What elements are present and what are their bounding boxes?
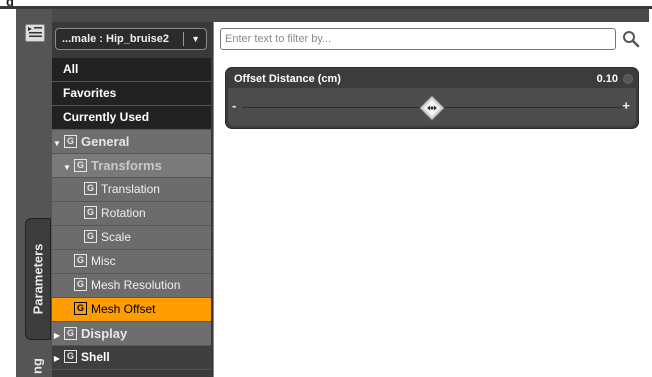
- tree-item-all[interactable]: All: [52, 58, 211, 82]
- tree-item-currently-used[interactable]: Currently Used: [52, 106, 211, 130]
- expand-arrow-icon[interactable]: ▼: [52, 132, 62, 155]
- pane-menu-icon: [28, 27, 42, 37]
- group-icon: G: [84, 182, 97, 196]
- tree-group-display-label: Display: [81, 326, 128, 341]
- tree-item-scale[interactable]: G Scale: [52, 226, 211, 250]
- tree-item-mesh-offset-label: Mesh Offset: [91, 302, 156, 316]
- expand-arrow-icon[interactable]: ▶: [52, 324, 62, 347]
- tab-parameters-label: Parameters: [30, 243, 46, 315]
- group-icon: G: [64, 327, 77, 341]
- expand-arrow-icon[interactable]: ▼: [62, 156, 72, 179]
- tree-item-scale-label: Scale: [101, 230, 132, 244]
- group-icon: G: [84, 206, 97, 220]
- node-selector-divider: [183, 32, 184, 46]
- offset-distance-slider[interactable]: Offset Distance (cm) 0.10 - +: [225, 67, 639, 129]
- tree-item-rotation-label: Rotation: [101, 206, 146, 220]
- tree-item-mesh-resolution[interactable]: G Mesh Resolution: [52, 274, 211, 298]
- tree-item-rotation[interactable]: G Rotation: [52, 202, 211, 226]
- tree-item-misc[interactable]: G Misc: [52, 250, 211, 274]
- group-icon: G: [74, 254, 87, 268]
- search-icon[interactable]: [622, 30, 640, 48]
- property-group-tree: All Favorites Currently Used ▼ G General ▼…: [52, 58, 211, 370]
- tree-item-favorites-label: Favorites: [63, 86, 117, 100]
- tree-group-transforms-label: Transforms: [91, 158, 162, 173]
- tree-group-display[interactable]: ▶ G Display: [52, 322, 211, 346]
- slider-thumb[interactable]: [419, 95, 445, 121]
- tree-group-shell-label: Shell: [81, 350, 110, 364]
- group-icon: G: [74, 302, 87, 316]
- slider-options-icon[interactable]: [623, 74, 633, 84]
- slider-value[interactable]: 0.10: [597, 73, 618, 85]
- filter-input[interactable]: [220, 28, 616, 50]
- group-icon: G: [84, 230, 97, 244]
- increment-button[interactable]: +: [622, 98, 630, 113]
- group-icon: G: [64, 135, 77, 149]
- node-selector[interactable]: ...male : Hip_bruise2 ▼: [55, 28, 207, 50]
- tree-item-mesh-offset[interactable]: G Mesh Offset: [52, 298, 211, 322]
- slider-track-area[interactable]: - +: [228, 88, 636, 126]
- pane-options-icon[interactable]: [25, 24, 45, 42]
- tree-item-currently-used-label: Currently Used: [63, 110, 150, 124]
- tab-next-label: ng: [29, 358, 45, 374]
- tree-item-mesh-resolution-label: Mesh Resolution: [91, 278, 181, 292]
- chevron-down-icon[interactable]: ▼: [191, 29, 200, 49]
- tree-group-shell[interactable]: ▶ G Shell: [52, 346, 211, 370]
- tree-group-general[interactable]: ▼ G General: [52, 130, 211, 154]
- tree-item-misc-label: Misc: [91, 254, 116, 268]
- tree-item-favorites[interactable]: Favorites: [52, 82, 211, 106]
- tree-item-translation-label: Translation: [101, 182, 160, 196]
- window-top-bar: g: [0, 0, 652, 9]
- group-icon: G: [74, 278, 87, 292]
- node-selector-value: ...male : Hip_bruise2: [62, 33, 169, 45]
- slider-label: Offset Distance (cm): [234, 73, 341, 85]
- decrement-button[interactable]: -: [232, 98, 236, 113]
- tree-group-transforms[interactable]: ▼ G Transforms: [52, 154, 211, 178]
- tree-item-all-label: All: [63, 62, 79, 76]
- expand-arrow-icon[interactable]: ▶: [52, 347, 62, 370]
- tree-item-translation[interactable]: G Translation: [52, 178, 211, 202]
- tree-group-general-label: General: [81, 134, 130, 149]
- group-icon: G: [64, 350, 77, 364]
- tab-next-partial[interactable]: ng: [26, 352, 48, 377]
- group-icon: G: [74, 159, 87, 173]
- tab-parameters[interactable]: Parameters: [25, 218, 51, 340]
